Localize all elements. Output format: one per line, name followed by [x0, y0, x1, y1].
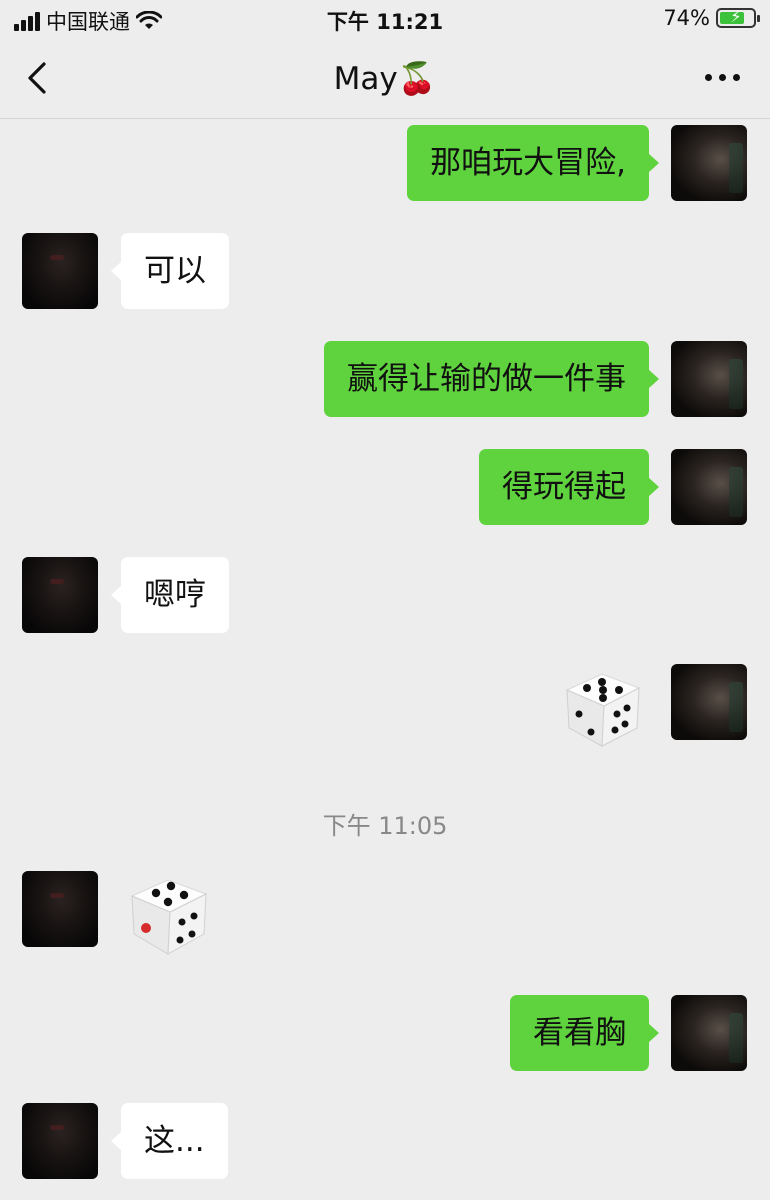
contact-avatar[interactable]: [22, 233, 98, 309]
status-right: 74% ⚡: [663, 6, 760, 30]
message-text: 这...: [144, 1123, 205, 1159]
dice-four-icon[interactable]: [122, 868, 212, 958]
status-time: 下午 11:21: [326, 10, 444, 34]
contact-message-bubble[interactable]: 这...: [111, 1103, 228, 1179]
battery-icon: ⚡: [716, 7, 760, 28]
message-text: 赢得让输的做一件事: [347, 361, 626, 397]
my-message-bubble[interactable]: 那咱玩大冒险,: [407, 125, 659, 201]
message-text: 得玩得起: [502, 469, 626, 505]
my-avatar[interactable]: [671, 449, 747, 525]
status-bar: 中国联通 下午 11:21 74% ⚡: [0, 0, 770, 40]
my-avatar[interactable]: [671, 341, 747, 417]
my-message-bubble[interactable]: 看看胸: [510, 995, 659, 1071]
contact-message-bubble[interactable]: 可以: [111, 233, 229, 309]
my-avatar[interactable]: [671, 664, 747, 740]
charging-bolt-icon: ⚡: [730, 7, 742, 26]
contact-avatar[interactable]: [22, 871, 98, 947]
more-button[interactable]: [705, 74, 740, 81]
message-text: 嗯哼: [144, 577, 206, 613]
contact-message-bubble[interactable]: 嗯哼: [111, 557, 229, 633]
message-text: 看看胸: [533, 1015, 626, 1051]
my-message-bubble[interactable]: 得玩得起: [479, 449, 659, 525]
battery-percent: 74%: [663, 6, 710, 30]
my-message-bubble[interactable]: 赢得让输的做一件事: [324, 341, 659, 417]
message-text: 可以: [144, 253, 206, 289]
my-avatar[interactable]: [671, 125, 747, 201]
chat-title: May🍒: [333, 61, 437, 97]
chat-header: May🍒: [0, 40, 770, 119]
dice-five-icon[interactable]: [557, 660, 647, 750]
message-timestamp: 下午 11:05: [322, 812, 448, 840]
message-text: 那咱玩大冒险,: [430, 145, 626, 181]
my-avatar[interactable]: [671, 995, 747, 1071]
contact-avatar[interactable]: [22, 1103, 98, 1179]
ellipsis-icon: [705, 74, 712, 81]
contact-avatar[interactable]: [22, 557, 98, 633]
